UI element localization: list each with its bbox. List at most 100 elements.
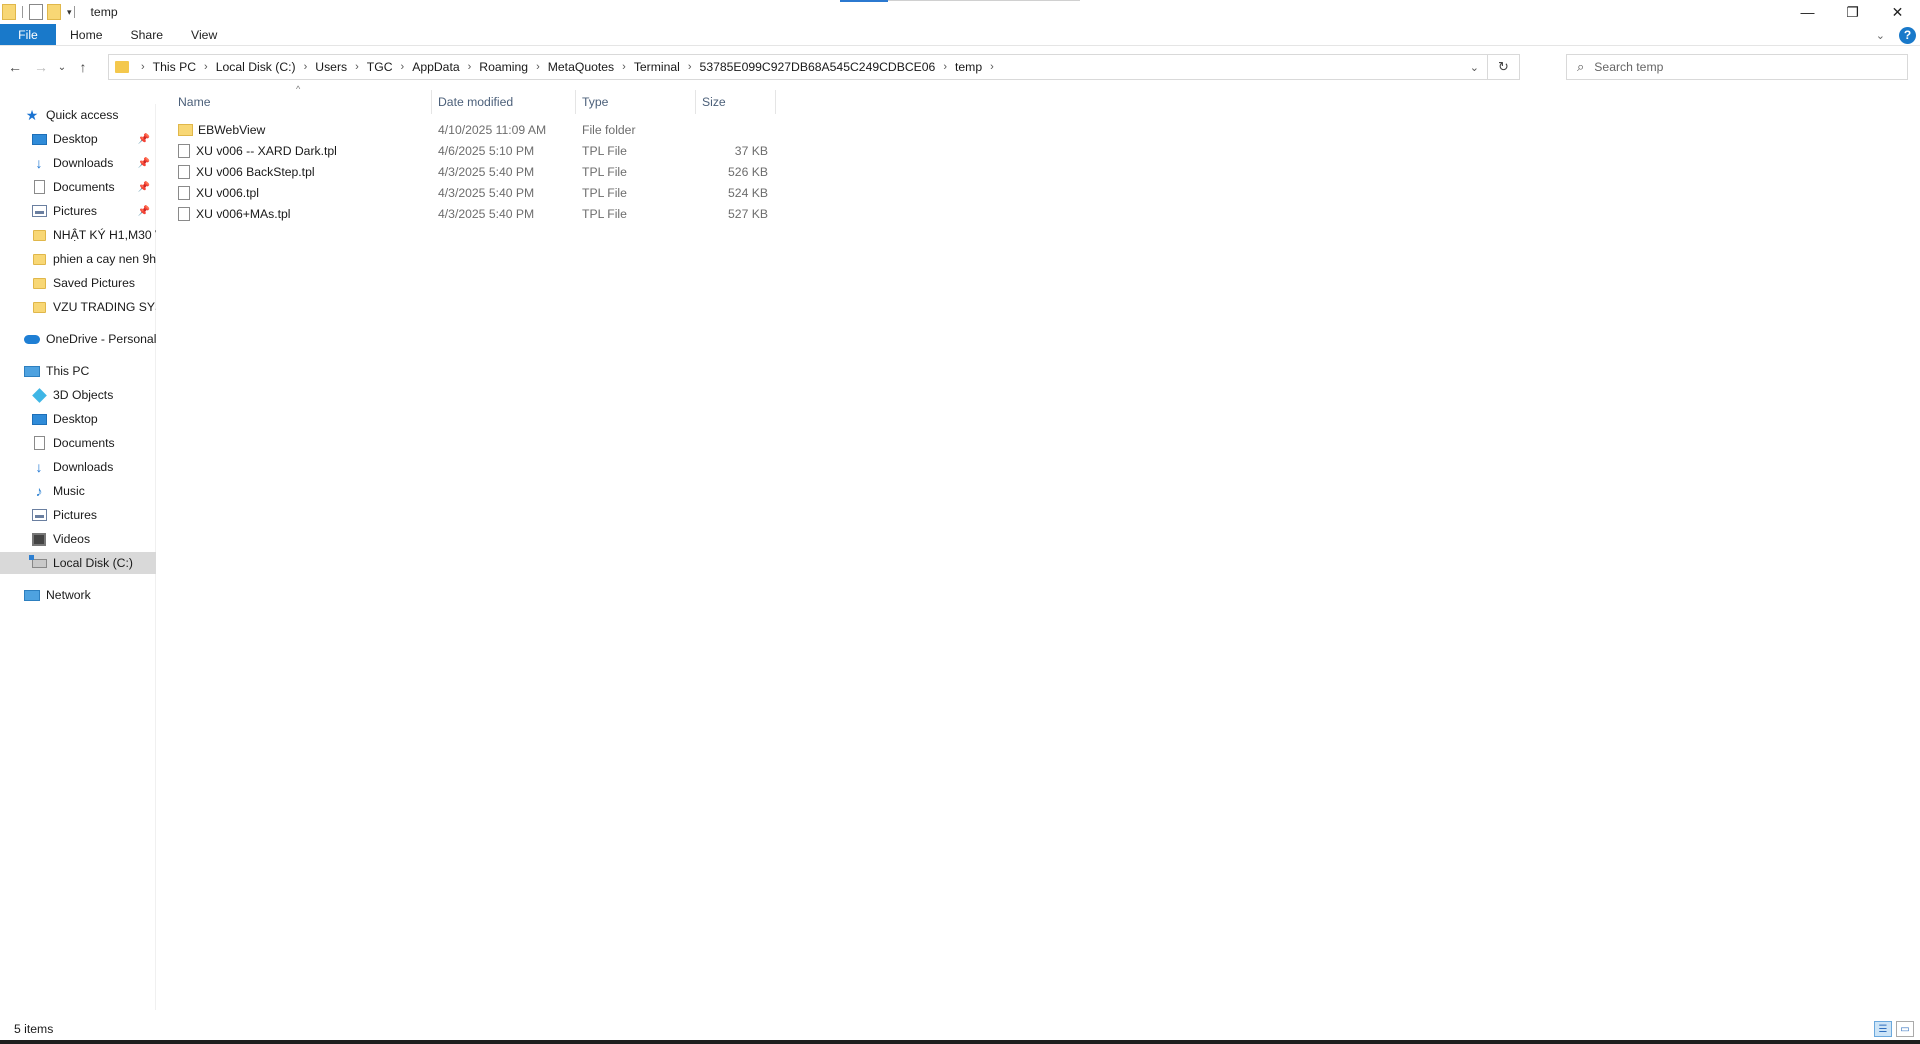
breadcrumb-this-pc[interactable]: This PC (153, 60, 196, 74)
nav-pc-pictures[interactable]: Pictures (0, 504, 156, 526)
table-row[interactable]: XU v006 -- XARD Dark.tpl 4/6/2025 5:10 P… (172, 141, 772, 161)
expand-ribbon-chevron-icon[interactable]: ⌄ (1876, 29, 1885, 42)
nav-onedrive[interactable]: OneDrive - Personal (0, 328, 156, 350)
nav-label: phien a cay nen 9h (53, 252, 156, 266)
help-button[interactable]: ? (1899, 26, 1916, 44)
refresh-icon: ↻ (1498, 59, 1509, 74)
nav-qa-pictures[interactable]: Pictures 📌 (0, 200, 156, 222)
downloads-icon: ↓ (35, 459, 43, 475)
chevron-right-icon[interactable]: › (943, 61, 947, 73)
chevron-right-icon[interactable]: › (990, 61, 994, 73)
breadcrumb-roaming[interactable]: Roaming (479, 60, 528, 74)
nav-this-pc[interactable]: This PC (0, 360, 156, 382)
chevron-right-icon[interactable]: › (355, 61, 359, 73)
search-input[interactable] (1594, 60, 1875, 74)
large-icons-view-icon[interactable]: ▭ (1896, 1021, 1914, 1037)
folder-icon (178, 124, 193, 136)
column-header-date-modified[interactable]: Date modified (438, 90, 574, 114)
properties-icon[interactable] (29, 4, 43, 20)
chevron-down-icon: ⌄ (57, 61, 67, 73)
nav-pc-3d-objects[interactable]: 3D Objects (0, 384, 156, 406)
file-name-cell[interactable]: XU v006 BackStep.tpl (178, 162, 428, 182)
file-name-cell[interactable]: EBWebView (178, 120, 428, 140)
nav-qa-folder-nhat-ky[interactable]: NHẬT KÝ H1,M30 V (0, 224, 156, 246)
column-divider[interactable] (695, 90, 696, 114)
file-name: XU v006 BackStep.tpl (196, 165, 315, 179)
nav-qa-vzu-trading[interactable]: VZU TRADING SYST (0, 296, 156, 318)
nav-label: OneDrive - Personal (46, 332, 156, 346)
nav-pc-music[interactable]: ♪ Music (0, 480, 156, 502)
folder-icon[interactable] (2, 4, 16, 20)
nav-label: Downloads (53, 156, 114, 170)
breadcrumb-metaquotes[interactable]: MetaQuotes (548, 60, 614, 74)
maximize-button[interactable]: ❐ (1830, 0, 1875, 24)
column-header-name[interactable]: Name (178, 90, 428, 114)
nav-qa-downloads[interactable]: ↓ Downloads 📌 (0, 152, 156, 174)
nav-quick-access[interactable]: ★ Quick access (0, 104, 156, 126)
nav-qa-folder-phien[interactable]: phien a cay nen 9h (0, 248, 156, 270)
folder-icon (115, 61, 129, 73)
nav-qa-desktop[interactable]: Desktop 📌 (0, 128, 156, 150)
details-view-icon[interactable]: ☰ (1874, 1021, 1892, 1037)
nav-pc-local-disk[interactable]: Local Disk (C:) (0, 552, 156, 574)
column-header-size[interactable]: Size (702, 90, 772, 114)
tab-home[interactable]: Home (56, 24, 117, 45)
refresh-button[interactable]: ↻ (1487, 55, 1519, 79)
tab-view[interactable]: View (177, 24, 231, 45)
nav-pc-downloads[interactable]: ↓ Downloads (0, 456, 156, 478)
nav-label: Documents (53, 180, 115, 194)
address-bar[interactable]: › This PC › Local Disk (C:) › Users › TG… (108, 54, 1520, 80)
chevron-right-icon[interactable]: › (536, 61, 540, 73)
new-folder-icon[interactable] (47, 4, 61, 20)
column-divider[interactable] (575, 90, 576, 114)
address-history-chevron-icon[interactable]: ⌄ (1470, 55, 1479, 79)
arrow-left-icon: ← (8, 59, 22, 75)
search-box[interactable]: ⌕ (1566, 54, 1908, 80)
chevron-right-icon[interactable]: › (688, 61, 692, 73)
tab-file[interactable]: File (0, 24, 56, 45)
breadcrumb-appdata[interactable]: AppData (412, 60, 459, 74)
back-button[interactable]: ← (4, 56, 26, 78)
chevron-right-icon[interactable]: › (141, 61, 145, 73)
title-bar-accent (888, 0, 1080, 1)
chevron-right-icon[interactable]: › (304, 61, 308, 73)
file-name-cell[interactable]: XU v006+MAs.tpl (178, 204, 428, 224)
column-divider[interactable] (775, 90, 776, 114)
nav-qa-saved-pictures[interactable]: Saved Pictures (0, 272, 156, 294)
table-row[interactable]: XU v006+MAs.tpl 4/3/2025 5:40 PM TPL Fil… (172, 204, 772, 224)
breadcrumb-local-disk[interactable]: Local Disk (C:) (216, 60, 296, 74)
nav-qa-documents[interactable]: Documents 📌 (0, 176, 156, 198)
column-divider[interactable] (431, 90, 432, 114)
minimize-button[interactable]: — (1785, 0, 1830, 24)
breadcrumb-terminal-id[interactable]: 53785E099C927DB68A545C249CDBCE06 (700, 60, 936, 74)
file-name: EBWebView (198, 123, 266, 137)
nav-network[interactable]: Network (0, 584, 156, 606)
nav-pc-videos[interactable]: Videos (0, 528, 156, 550)
column-header-type[interactable]: Type (582, 90, 692, 114)
recent-locations-button[interactable]: ⌄ (56, 56, 68, 78)
type-cell: TPL File (582, 144, 627, 158)
table-row[interactable]: EBWebView 4/10/2025 11:09 AM File folder (172, 120, 772, 140)
breadcrumb-temp[interactable]: temp (955, 60, 982, 74)
breadcrumb-users[interactable]: Users (315, 60, 347, 74)
nav-pc-desktop[interactable]: Desktop (0, 408, 156, 430)
close-button[interactable]: ✕ (1875, 0, 1920, 24)
ribbon-right-controls: ⌄ ? (1876, 24, 1916, 46)
chevron-right-icon[interactable]: › (204, 61, 208, 73)
file-name-cell[interactable]: XU v006.tpl (178, 183, 428, 203)
customize-toolbar-chevron-icon[interactable]: ▾ (67, 7, 72, 18)
file-name-cell[interactable]: XU v006 -- XARD Dark.tpl (178, 141, 428, 161)
breadcrumb-tgc[interactable]: TGC (367, 60, 393, 74)
breadcrumb-terminal[interactable]: Terminal (634, 60, 680, 74)
chevron-right-icon[interactable]: › (401, 61, 405, 73)
forward-button[interactable]: → (30, 56, 52, 78)
chevron-right-icon[interactable]: › (468, 61, 472, 73)
desktop-icon (31, 411, 47, 427)
tab-share[interactable]: Share (117, 24, 178, 45)
window-title: temp (90, 5, 118, 19)
chevron-right-icon[interactable]: › (622, 61, 626, 73)
table-row[interactable]: XU v006 BackStep.tpl 4/3/2025 5:40 PM TP… (172, 162, 772, 182)
nav-pc-documents[interactable]: Documents (0, 432, 156, 454)
table-row[interactable]: XU v006.tpl 4/3/2025 5:40 PM TPL File 52… (172, 183, 772, 203)
up-button[interactable]: ↑ (72, 56, 94, 78)
